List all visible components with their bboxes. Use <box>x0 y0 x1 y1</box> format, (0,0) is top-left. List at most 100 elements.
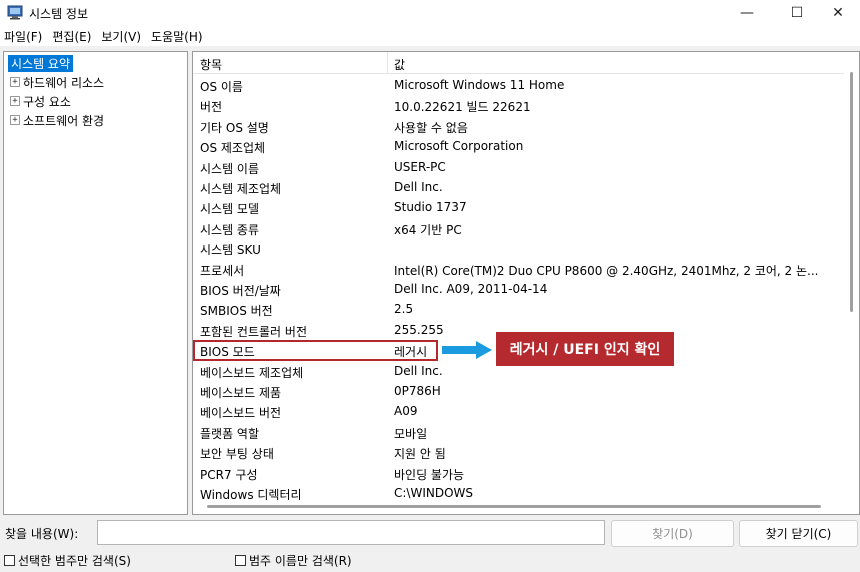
row-item: 시스템 SKU <box>200 243 261 258</box>
annotation-callout: 레거시 / UEFI 인지 확인 <box>496 332 674 366</box>
checkbox-box[interactable] <box>4 555 15 566</box>
row-value: Studio 1737 <box>394 200 467 215</box>
tree-item-label: 소프트웨어 환경 <box>23 113 105 128</box>
close-find-button[interactable]: 찾기 닫기(C) <box>739 520 858 547</box>
row-value: 모바일 <box>394 426 428 441</box>
horizontal-scroll-thumb[interactable] <box>207 505 821 508</box>
row-item: BIOS 버전/날짜 <box>200 284 281 298</box>
minimize-button[interactable]: — <box>724 0 770 26</box>
bios-mode-highlight <box>193 340 438 361</box>
row-item: 버전 <box>200 100 223 115</box>
find-label: 찾을 내용(W): <box>5 527 79 541</box>
column-divider[interactable] <box>387 52 388 74</box>
table-row[interactable]: 시스템 SKU <box>193 239 843 259</box>
table-row[interactable]: PCR7 구성 바인딩 불가능 <box>193 464 843 484</box>
category-tree: 시스템 요약 + 하드웨어 리소스 + 구성 요소 + 소프트웨어 환경 <box>3 51 188 515</box>
row-value: 255.255 <box>394 322 444 337</box>
tree-item-software-environment[interactable]: + 소프트웨어 환경 <box>10 111 104 129</box>
row-item: 시스템 이름 <box>200 161 260 176</box>
row-value: Dell Inc. <box>394 180 443 194</box>
table-row[interactable]: 보안 부팅 상태 지원 안 됨 <box>193 443 843 463</box>
details-list: 항목 값 OS 이름 Microsoft Windows 11 Home 버전 10.… <box>192 51 860 515</box>
menu-help[interactable]: 도움말(H) <box>151 28 203 45</box>
system-info-icon <box>7 5 23 20</box>
tree-item-label: 구성 요소 <box>23 94 71 109</box>
maximize-icon: ☐ <box>790 5 804 21</box>
arrow-right-icon <box>442 341 492 359</box>
checkbox-label: 선택한 범주만 검색(S) <box>18 554 131 568</box>
row-value: Microsoft Windows 11 Home <box>394 78 565 92</box>
row-item: 기타 OS 설명 <box>200 120 269 135</box>
row-value: Dell Inc. A09, 2011-04-14 <box>394 282 548 296</box>
vertical-scroll-thumb[interactable] <box>850 72 853 312</box>
row-item: 프로세서 <box>200 263 245 278</box>
expand-icon[interactable]: + <box>10 96 20 106</box>
table-row[interactable]: 시스템 제조업체 Dell Inc. <box>193 178 843 198</box>
table-row[interactable]: 시스템 이름 USER-PC <box>193 158 843 178</box>
row-value: 2.5 <box>394 302 414 317</box>
expand-icon[interactable]: + <box>10 77 20 87</box>
row-value: Dell Inc. <box>394 363 443 378</box>
row-item: 베이스보드 제품 <box>200 386 282 400</box>
tree-item-label: 시스템 요약 <box>11 57 71 71</box>
tree-item-components[interactable]: + 구성 요소 <box>10 92 71 110</box>
table-row[interactable]: 플랫폼 역할 모바일 <box>193 423 843 443</box>
table-row[interactable]: 기타 OS 설명 사용할 수 없음 <box>193 117 843 137</box>
search-selected-only-checkbox[interactable]: 선택한 범주만 검색(S) <box>4 552 131 569</box>
expand-icon[interactable]: + <box>10 115 20 125</box>
window-title: 시스템 정보 <box>29 7 89 21</box>
row-item: 포함된 컨트롤러 버전 <box>200 324 307 339</box>
table-row[interactable]: 베이스보드 버전 A09 <box>193 402 843 422</box>
row-item: OS 이름 <box>200 80 243 94</box>
row-value: 0P786H <box>394 384 441 398</box>
row-value: 바인딩 불가능 <box>394 467 465 482</box>
column-header-item[interactable]: 항목 <box>200 56 222 73</box>
menu-bar: 파일(F) 편집(E) 보기(V) 도움말(H) <box>0 26 860 46</box>
row-item: 보안 부팅 상태 <box>200 447 274 462</box>
row-item: SMBIOS 버전 <box>200 304 273 319</box>
column-header-value[interactable]: 값 <box>394 56 405 73</box>
list-header: 항목 값 <box>193 52 859 74</box>
find-button[interactable]: 찾기(D) <box>611 520 734 547</box>
row-value: x64 기반 PC <box>394 222 462 237</box>
row-value: 지원 안 됨 <box>394 447 446 462</box>
row-value: Intel(R) Core(TM)2 Duo CPU P8600 @ 2.40G… <box>394 263 819 278</box>
horizontal-scrollbar[interactable] <box>193 500 844 514</box>
search-names-only-checkbox[interactable]: 범주 이름만 검색(R) <box>235 552 352 569</box>
checkbox-box[interactable] <box>235 555 246 566</box>
row-value: Microsoft Corporation <box>394 139 524 154</box>
table-row[interactable]: OS 제조업체 Microsoft Corporation <box>193 137 843 157</box>
row-item: 시스템 모델 <box>200 202 260 217</box>
vertical-scrollbar[interactable] <box>844 52 859 514</box>
row-value: 10.0.22621 빌드 22621 <box>394 100 531 115</box>
maximize-button[interactable]: ☐ <box>774 0 820 26</box>
row-value: A09 <box>394 404 418 419</box>
close-icon: ✕ <box>832 5 844 21</box>
row-item: PCR7 구성 <box>200 467 258 482</box>
table-row[interactable]: 프로세서 Intel(R) Core(TM)2 Duo CPU P8600 @ 2… <box>193 260 843 280</box>
row-item: 베이스보드 버전 <box>200 406 282 421</box>
find-input[interactable] <box>97 520 605 545</box>
row-item: 베이스보드 제조업체 <box>200 365 304 380</box>
title-bar: 시스템 정보 — ☐ ✕ <box>0 0 860 26</box>
menu-file[interactable]: 파일(F) <box>4 28 42 45</box>
tree-item-hardware-resources[interactable]: + 하드웨어 리소스 <box>10 73 104 91</box>
tree-item-label: 하드웨어 리소스 <box>23 75 105 90</box>
table-row[interactable]: 버전 10.0.22621 빌드 22621 <box>193 96 843 116</box>
table-row[interactable]: 베이스보드 제품 0P786H <box>193 382 843 402</box>
checkbox-label: 범주 이름만 검색(R) <box>249 554 352 568</box>
table-row[interactable]: 시스템 종류 x64 기반 PC <box>193 219 843 239</box>
row-value: C:\WINDOWS <box>394 486 474 500</box>
close-button[interactable]: ✕ <box>815 0 860 26</box>
menu-edit[interactable]: 편집(E) <box>52 28 91 45</box>
table-row[interactable]: OS 이름 Microsoft Windows 11 Home <box>193 76 843 96</box>
menu-view[interactable]: 보기(V) <box>101 28 141 45</box>
row-value: USER-PC <box>394 159 446 174</box>
table-row[interactable]: 시스템 모델 Studio 1737 <box>193 198 843 218</box>
table-row[interactable]: SMBIOS 버전 2.5 <box>193 300 843 320</box>
row-item: 시스템 종류 <box>200 222 260 237</box>
tree-item-system-summary[interactable]: 시스템 요약 <box>8 55 74 72</box>
table-row[interactable]: BIOS 버전/날짜 Dell Inc. A09, 2011-04-14 <box>193 280 843 300</box>
row-value: 사용할 수 없음 <box>394 120 468 135</box>
row-item: OS 제조업체 <box>200 141 266 156</box>
